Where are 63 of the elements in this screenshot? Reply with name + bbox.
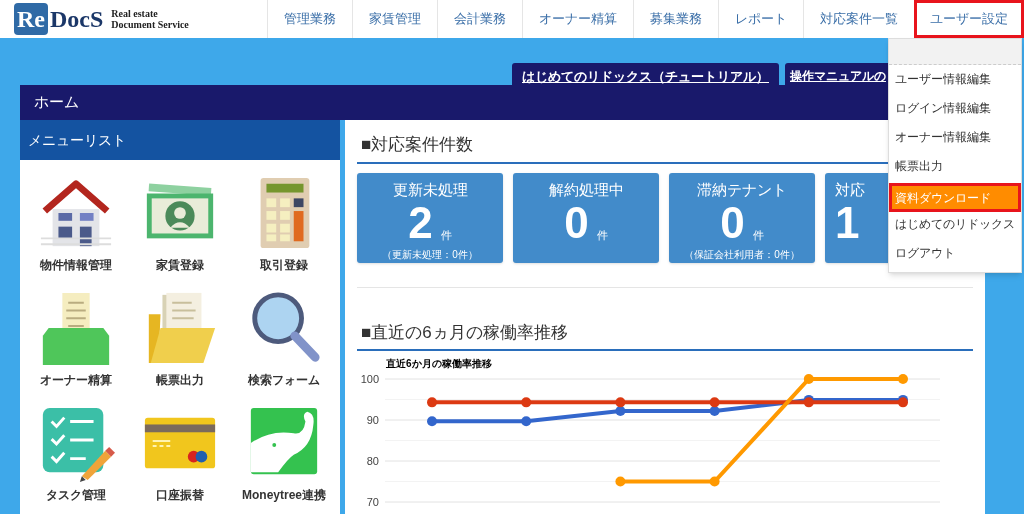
card-count: 2 bbox=[408, 200, 433, 245]
data-point bbox=[427, 397, 437, 408]
nav-item[interactable]: 家賃管理 bbox=[352, 0, 437, 38]
nav-item[interactable]: 管理業務 bbox=[267, 0, 352, 38]
data-point bbox=[709, 397, 720, 408]
data-point bbox=[615, 406, 626, 416]
nav-item[interactable]: オーナー精算 bbox=[522, 0, 633, 38]
menu-item-label[interactable]: 帳票出力 bbox=[156, 371, 204, 389]
menu-item-label[interactable]: タスク管理 bbox=[46, 486, 106, 504]
logo-mark: Re bbox=[14, 3, 48, 35]
card-title: 解約処理中 bbox=[548, 180, 624, 199]
case-count-card[interactable]: 解約処理中 0 件 bbox=[513, 172, 659, 263]
data-point bbox=[709, 406, 720, 416]
menu-list-header: メニューリスト bbox=[20, 120, 340, 160]
section-heading: ■直近の6ヵ月の稼働率推移 bbox=[357, 287, 973, 351]
menu-item-label[interactable]: Moneytree連携 bbox=[242, 486, 326, 504]
logo-name: DocS bbox=[50, 7, 104, 31]
case-count-card[interactable]: 更新未処理 2 件 （更新未処理：0件） bbox=[357, 172, 503, 263]
menu-item-label[interactable]: 口座振替 bbox=[156, 486, 204, 504]
menu-item-label[interactable]: 物件情報管理 bbox=[40, 256, 112, 274]
case-count-card[interactable]: 滞納テナント 0 件 （保証会社利用者：0件） bbox=[669, 172, 815, 263]
dropdown-menu-item[interactable]: ログアウト bbox=[889, 241, 1021, 270]
manual-link[interactable]: 操作マニュアルの bbox=[785, 63, 888, 85]
menu-item-label[interactable]: 家賃登録 bbox=[156, 256, 204, 274]
y-axis-tick-label: 80 bbox=[366, 455, 379, 467]
nav-item[interactable]: 募集業務 bbox=[633, 0, 718, 38]
card-count: 0 bbox=[720, 200, 745, 245]
menu-item-label[interactable]: 検索フォーム bbox=[248, 371, 320, 389]
y-axis-tick-label: 90 bbox=[366, 414, 379, 426]
data-point bbox=[898, 374, 908, 384]
dropdown-menu-item[interactable]: はじめてのリドックス bbox=[889, 212, 1021, 241]
menu-item-label[interactable]: 取引登録 bbox=[260, 256, 308, 274]
data-point bbox=[709, 476, 720, 487]
nav-item[interactable]: ユーザー設定 bbox=[914, 0, 1024, 38]
y-axis-tick-label: 100 bbox=[360, 373, 379, 385]
dropdown-menu-item[interactable]: ユーザー情報編集 bbox=[889, 67, 1021, 96]
card-note: （保証会社利用者：0件） bbox=[684, 247, 800, 262]
card-title: 滞納テナント bbox=[697, 180, 787, 199]
card-unit: 件 bbox=[752, 229, 764, 241]
data-point bbox=[615, 397, 626, 408]
dropdown-menu-item[interactable]: ログイン情報編集 bbox=[889, 96, 1021, 125]
data-point bbox=[521, 416, 532, 427]
data-point bbox=[521, 397, 532, 408]
nav-item[interactable]: レポート bbox=[718, 0, 803, 38]
card-note: （更新未処理：0件） bbox=[382, 247, 478, 262]
case-count-card[interactable]: 対応 1 bbox=[825, 172, 891, 263]
card-count: 1 bbox=[835, 200, 860, 245]
card-title: 対応 bbox=[835, 180, 865, 199]
card-count: 0 bbox=[564, 200, 589, 245]
dropdown-menu-item[interactable]: 帳票出力 bbox=[889, 154, 1021, 183]
data-point bbox=[615, 476, 626, 487]
logo-tagline: Real estate Document Service bbox=[111, 8, 189, 30]
data-point bbox=[427, 416, 437, 427]
y-axis-tick-label: 70 bbox=[366, 496, 379, 508]
card-unit: 件 bbox=[440, 229, 452, 241]
chart-title: 直近6か月の稼働率推移 bbox=[386, 358, 492, 369]
menu-item-label[interactable]: オーナー精算 bbox=[40, 371, 112, 389]
card-unit: 件 bbox=[596, 229, 608, 241]
data-point bbox=[803, 374, 814, 384]
dropdown-menu-item[interactable]: オーナー情報編集 bbox=[889, 125, 1021, 154]
tutorial-link[interactable]: はじめてのリドックス（チュートリアル） bbox=[512, 63, 779, 85]
nav-item[interactable]: 会計業務 bbox=[437, 0, 522, 38]
card-title: 更新未処理 bbox=[392, 180, 468, 199]
